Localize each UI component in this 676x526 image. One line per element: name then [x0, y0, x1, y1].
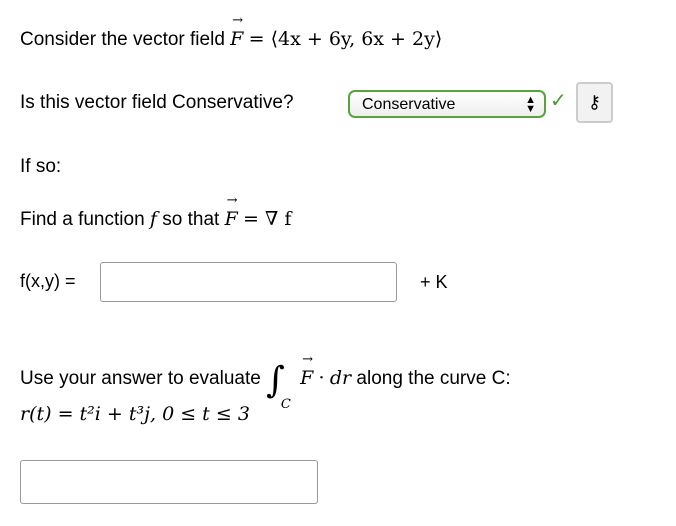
prompt-text: Find a function — [20, 209, 145, 230]
curve-equation: r(t) = t²i + t³j, 0 ≤ t ≤ 3 — [20, 403, 250, 425]
F-symbol: F — [300, 352, 313, 389]
if-so-text: If so: — [20, 156, 62, 177]
integral-answer-input[interactable] — [20, 460, 318, 504]
selected-value: Conservative — [362, 96, 456, 113]
f-input[interactable] — [100, 262, 397, 302]
integral-symbol: ∫ — [266, 360, 285, 401]
answer-key-button[interactable]: ⚷ — [576, 82, 613, 123]
question-vector-field: Consider the vector field F = ⟨4x + 6y, … — [20, 13, 443, 51]
evaluate-question: Use your answer to evaluate ∫C F · dr al… — [20, 352, 511, 412]
plus-k: + K — [420, 272, 448, 292]
conservative-question: Is this vector field Conservative? — [20, 92, 294, 113]
f-label: f(x,y) = — [20, 271, 76, 291]
prompt-text: along the curve C: — [356, 368, 511, 389]
prompt-text: Use your answer to evaluate — [20, 368, 261, 389]
F-symbol: F — [230, 13, 243, 50]
checkmark-icon: ✓ — [550, 90, 567, 112]
dot-symbol: · — [318, 367, 325, 389]
gradient-equation: = ∇ f — [243, 208, 292, 230]
find-function-question: Find a function f so that F = ∇ f — [20, 193, 292, 231]
key-icon: ⚷ — [587, 92, 602, 112]
f-symbol: f — [149, 208, 157, 230]
select-arrows-icon: ▲ ▼ — [525, 94, 536, 115]
field-equation: = ⟨4x + 6y, 6x + 2y⟩ — [248, 28, 443, 50]
prompt-text: so that — [162, 209, 220, 230]
conservative-select[interactable]: Conservative ▲ ▼ — [348, 90, 546, 118]
dr-symbol: dr — [329, 367, 352, 389]
integral-subscript: C — [280, 397, 291, 412]
F-symbol: F — [225, 193, 238, 230]
prompt-text: Consider the vector field — [20, 29, 225, 50]
